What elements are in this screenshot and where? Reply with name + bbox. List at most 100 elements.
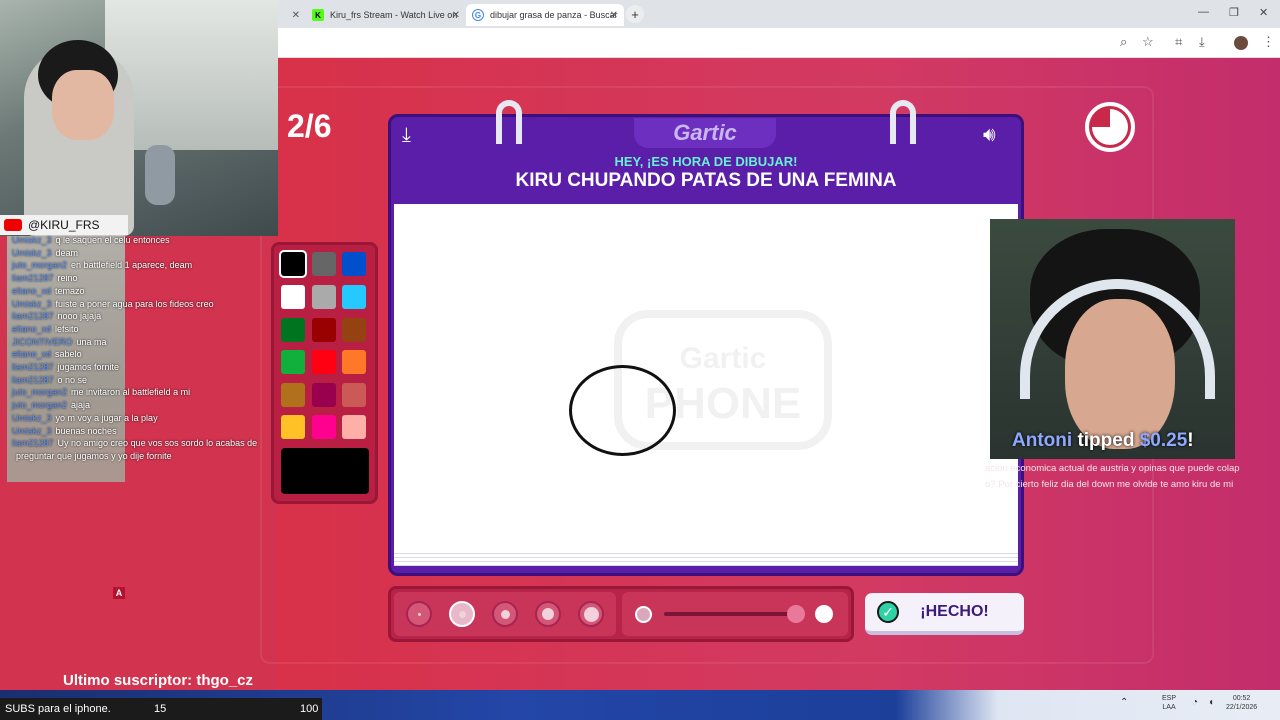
chat-message: juto_morgan2 ajaja	[12, 400, 90, 410]
color-swatch[interactable]	[312, 350, 336, 374]
close-window-icon[interactable]: ✕	[1259, 6, 1268, 19]
tip-suffix: !	[1187, 430, 1194, 451]
chat-text: preguntar que jugamos y yo dije fornite	[16, 450, 172, 461]
color-swatch[interactable]	[279, 250, 307, 278]
tab-kick-stream[interactable]: K Kiru_frs Stream - Watch Live on ✕	[306, 4, 466, 26]
language-indicator[interactable]: ESP LAA	[1162, 694, 1176, 712]
chat-message: Umiskz_3 q le saquen el celu entonces	[12, 235, 170, 245]
google-icon: G	[472, 9, 484, 21]
color-swatch[interactable]	[342, 318, 366, 342]
color-swatch[interactable]	[342, 350, 366, 374]
chat-message: eltano_xd sabelo	[12, 349, 82, 359]
chat-message: liam21287 o no se	[12, 375, 87, 385]
chat-message: Umiskz_3 buenas noches	[12, 426, 117, 436]
brush-size-3[interactable]	[492, 601, 518, 627]
prompt-hint: HEY, ¡ES HORA DE DIBUJAR!	[614, 154, 798, 169]
current-color-preview	[281, 448, 369, 494]
tip-alert: Antoni tipped $0.25!	[1012, 430, 1194, 452]
chat-username: eltano_xd	[12, 349, 52, 360]
tab-close-prev[interactable]: ✕	[282, 4, 306, 26]
tip-message-line: acion economica actual de austria y opin…	[985, 463, 1240, 474]
done-button[interactable]: ✓ ¡HECHO!	[865, 593, 1024, 635]
download-icon[interactable]: ⤓	[1199, 34, 1205, 50]
brush-size-2[interactable]	[449, 601, 475, 627]
chat-text: Uy no amigo creo que vos sos sordo lo ac…	[57, 438, 258, 449]
color-swatch[interactable]	[312, 285, 336, 309]
chat-message: Umiskz_3 fuiste a poner agua para los fid…	[12, 299, 214, 309]
color-swatch[interactable]	[342, 383, 366, 407]
chat-username: eltano_xd	[12, 285, 52, 296]
close-icon[interactable]: ✕	[610, 10, 618, 21]
translate-icon[interactable]: ⌗	[1175, 34, 1182, 50]
color-swatch[interactable]	[281, 318, 305, 342]
brush-size-4[interactable]	[535, 601, 561, 627]
minimize-icon[interactable]: —	[1198, 6, 1209, 18]
restore-icon[interactable]: ❐	[1229, 6, 1239, 19]
new-tab-button[interactable]: +	[626, 5, 644, 23]
chat-message: juto_morgan2 en battlefield 1 aparece, de…	[12, 260, 192, 270]
tab-label: Kiru_frs Stream - Watch Live on	[330, 10, 458, 20]
color-swatch[interactable]	[342, 252, 366, 276]
speaker-icon[interactable]: ◖	[1208, 698, 1214, 708]
color-swatch[interactable]	[312, 383, 336, 407]
chat-text: nooo jajaja	[57, 311, 102, 322]
canvas-page-stack	[394, 550, 1018, 566]
chat-text: en battlefield 1 aparece, deam	[71, 260, 193, 271]
lang-code: ESP	[1162, 695, 1177, 702]
close-icon[interactable]: ✕	[452, 10, 460, 21]
color-swatch[interactable]	[312, 318, 336, 342]
chat-text: fuiste a poner agua para los fideos creo	[55, 298, 214, 309]
menu-icon[interactable]: ⋮	[1262, 34, 1275, 50]
color-swatch[interactable]	[312, 415, 336, 439]
subs-goal: 100	[300, 703, 319, 715]
chat-username: liam21287	[12, 362, 54, 372]
brush-size-1[interactable]	[406, 601, 432, 627]
chat-text: buenas noches	[55, 425, 117, 436]
opacity-slider-handle[interactable]	[787, 605, 805, 623]
round-counter: 2/6	[287, 108, 332, 144]
color-swatch[interactable]	[281, 383, 305, 407]
color-swatch[interactable]	[312, 252, 336, 276]
volume-icon[interactable]: 🔊︎	[983, 124, 996, 147]
chat-message: Umiskz_3 deam	[12, 248, 78, 258]
tab-google-search[interactable]: G dibujar grasa de panza - Buscar ✕	[466, 4, 624, 26]
tip-name: Antoni	[1012, 430, 1073, 451]
chat-username: juto_morgan2	[12, 387, 68, 398]
chat-text: reino	[57, 273, 78, 284]
chat-message: preguntar que jugamos y yo dije fornite	[12, 451, 172, 461]
clock[interactable]: 00:52 22/1/2026	[1226, 694, 1257, 712]
chat-username: liam21287	[12, 311, 54, 322]
wifi-icon[interactable]: ◔	[1192, 698, 1198, 708]
chat-username: liam21287	[12, 438, 54, 449]
download-drawing-icon[interactable]: ⤓	[402, 124, 411, 147]
lang-layout: LAA	[1162, 704, 1176, 711]
opacity-slider[interactable]	[664, 612, 800, 616]
zoom-icon[interactable]: ⌕	[1120, 34, 1127, 50]
webcam-closeup	[990, 219, 1235, 459]
timer-fill	[1092, 109, 1128, 145]
chat-text: q le saquen el celu entonces	[55, 235, 170, 245]
subs-goal-label: SUBS para el iphone.	[5, 703, 111, 715]
gartic-logo: Gartic	[634, 118, 776, 148]
clock-date: 22/1/2026	[1226, 704, 1258, 711]
color-swatch[interactable]	[281, 350, 305, 374]
kick-icon: K	[312, 9, 324, 21]
color-swatch[interactable]	[342, 285, 366, 309]
youtube-icon	[4, 219, 22, 231]
binder-ring-right	[890, 100, 916, 144]
brush-size-5[interactable]	[578, 601, 604, 627]
chat-text: jugamos fornite	[57, 362, 120, 372]
channel-handle: @KIRU_FRS	[28, 218, 100, 232]
bookmark-star-icon[interactable]: ☆	[1142, 34, 1154, 50]
profile-avatar[interactable]	[1234, 36, 1248, 50]
tray-chevron-icon[interactable]: ⌃	[1120, 698, 1128, 708]
color-swatch[interactable]	[281, 415, 305, 439]
color-swatch[interactable]	[281, 285, 305, 309]
tip-text: tipped	[1077, 430, 1135, 451]
chat-username: liam21287	[12, 374, 54, 385]
channel-tag: @KIRU_FRS	[0, 215, 128, 235]
chat-username: Umiskz_3	[12, 425, 52, 436]
chat-message: liam21287 reino	[12, 273, 78, 283]
color-swatch[interactable]	[342, 415, 366, 439]
close-icon[interactable]: ✕	[292, 10, 300, 21]
